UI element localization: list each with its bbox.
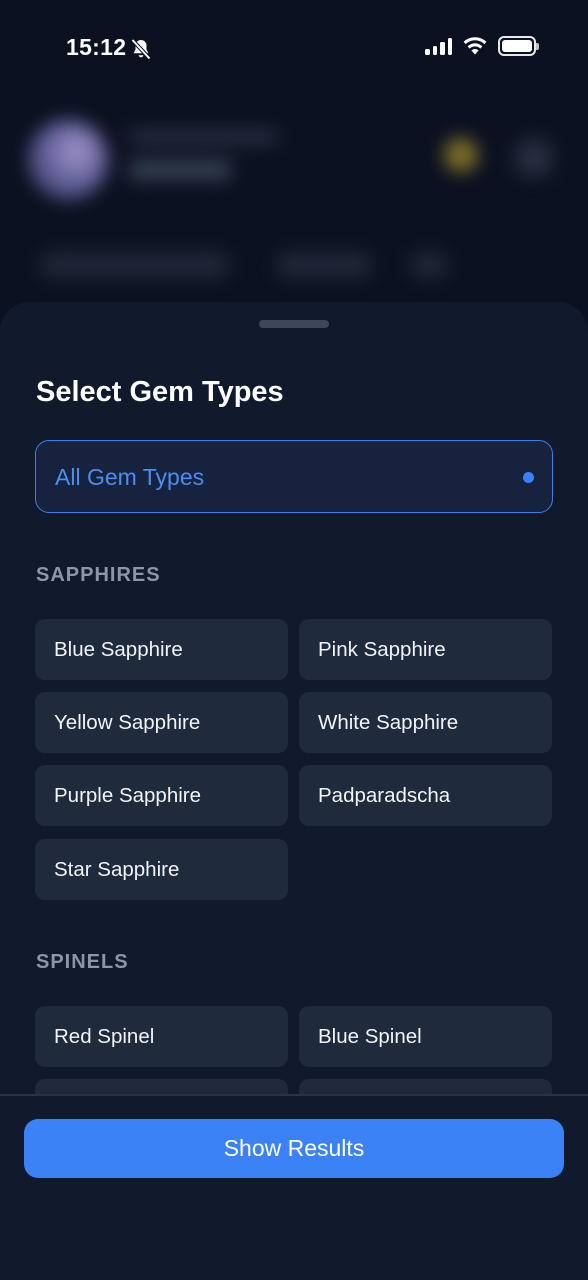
wifi-icon xyxy=(463,37,487,55)
chip-label: Padparadscha xyxy=(318,784,451,807)
selected-dot-icon xyxy=(523,472,534,483)
sheet-drag-handle[interactable] xyxy=(259,320,329,328)
blurred-filter-pill xyxy=(276,252,372,278)
sheet-title: Select Gem Types xyxy=(36,376,284,408)
status-time: 15:12 xyxy=(66,34,127,60)
gem-chip-purple-sapphire[interactable]: Purple Sapphire xyxy=(35,765,288,826)
status-bar: 15:12 xyxy=(0,0,588,96)
gem-type-bottom-sheet: Select Gem Types All Gem Types SAPPHIRES… xyxy=(0,302,588,1280)
chip-label: Blue Spinel xyxy=(318,1025,422,1048)
section-title-spinels: SPINELS xyxy=(36,951,129,973)
blurred-filter-pill xyxy=(410,252,448,278)
avatar xyxy=(28,120,108,200)
chip-label: Pink Sapphire xyxy=(318,638,446,661)
cellular-signal-icon xyxy=(425,37,452,55)
blurred-background-header xyxy=(0,96,588,316)
gem-chip-cut-off[interactable] xyxy=(35,1079,288,1094)
gem-list-scroll-area[interactable]: SAPPHIRES Blue Sapphire Pink Sapphire Ye… xyxy=(0,542,588,1094)
chip-label: Blue Sapphire xyxy=(54,638,183,661)
coin-icon xyxy=(444,138,478,172)
bell-muted-icon xyxy=(131,38,151,60)
gem-chip-padparadscha[interactable]: Padparadscha xyxy=(299,765,552,826)
gem-chip-cut-off[interactable] xyxy=(299,1079,552,1094)
all-gem-types-option[interactable]: All Gem Types xyxy=(35,440,553,513)
gem-chip-pink-sapphire[interactable]: Pink Sapphire xyxy=(299,619,552,680)
chip-label: Star Sapphire xyxy=(54,858,180,881)
blurred-text xyxy=(128,130,278,144)
all-gem-types-label: All Gem Types xyxy=(55,464,205,490)
status-indicators xyxy=(425,36,539,56)
gem-chip-yellow-sapphire[interactable]: Yellow Sapphire xyxy=(35,692,288,753)
chip-label: Purple Sapphire xyxy=(54,784,202,807)
screen: 15:12 Select Gem Types All Gem Types SAP… xyxy=(0,0,588,1280)
footer-divider xyxy=(0,1094,588,1096)
gem-chip-red-spinel[interactable]: Red Spinel xyxy=(35,1006,288,1067)
menu-icon xyxy=(514,138,554,178)
section-title-sapphires: SAPPHIRES xyxy=(36,564,161,586)
gem-chip-blue-sapphire[interactable]: Blue Sapphire xyxy=(35,619,288,680)
blurred-text xyxy=(128,160,232,180)
show-results-button[interactable]: Show Results xyxy=(24,1119,564,1178)
show-results-label: Show Results xyxy=(223,1135,365,1161)
chip-label: Red Spinel xyxy=(54,1025,155,1048)
gem-chip-white-sapphire[interactable]: White Sapphire xyxy=(299,692,552,753)
battery-icon xyxy=(498,36,539,56)
gem-chip-star-sapphire[interactable]: Star Sapphire xyxy=(35,839,288,900)
blurred-filter-pill xyxy=(40,252,230,278)
chip-label: Yellow Sapphire xyxy=(54,711,201,734)
chip-label: White Sapphire xyxy=(318,711,459,734)
gem-chip-blue-spinel[interactable]: Blue Spinel xyxy=(299,1006,552,1067)
